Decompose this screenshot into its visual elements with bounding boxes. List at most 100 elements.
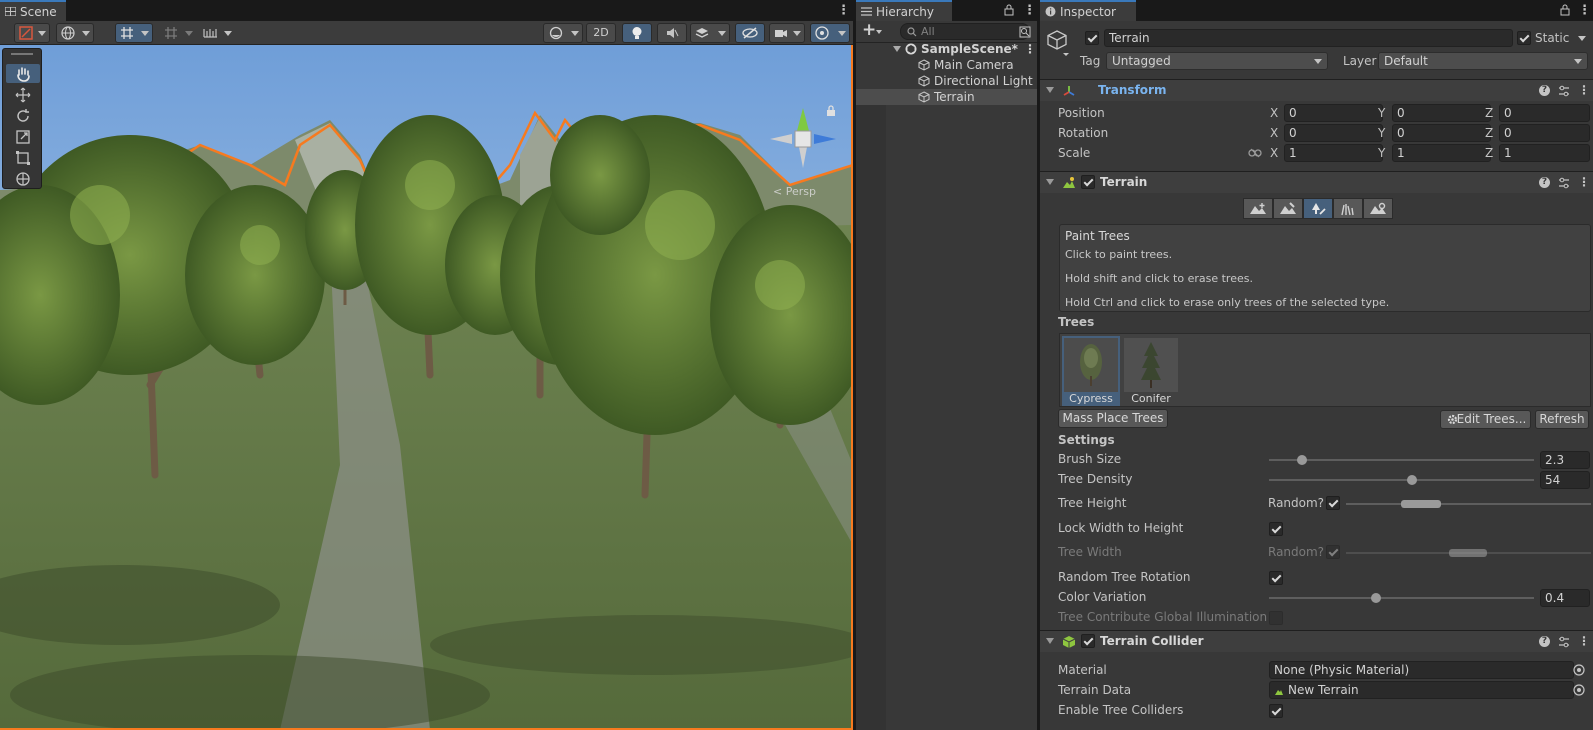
audio-toggle-button[interactable] bbox=[657, 23, 687, 43]
hierarchy-scene-row[interactable]: SampleScene* ⋮ bbox=[856, 41, 1037, 57]
scale-tool-button[interactable] bbox=[6, 127, 40, 146]
hierarchy-item-directional-light[interactable]: Directional Light bbox=[856, 73, 1037, 89]
tree-density-slider-track[interactable] bbox=[1269, 479, 1534, 481]
scene-menu-icon[interactable]: ⋮ bbox=[837, 4, 850, 17]
terrain-collider-header[interactable]: Terrain Collider ? ⋮ bbox=[1040, 630, 1593, 652]
create-button[interactable]: + bbox=[862, 20, 886, 40]
tab-scene[interactable]: Scene bbox=[0, 0, 66, 21]
rect-tool-button[interactable] bbox=[6, 148, 40, 167]
active-checkbox[interactable] bbox=[1085, 31, 1099, 45]
tag-dropdown[interactable]: Untagged bbox=[1106, 52, 1328, 70]
rotation-z-field[interactable]: 0 bbox=[1499, 124, 1590, 142]
tree-prototype-conifer[interactable]: Conifer bbox=[1122, 336, 1180, 406]
scene-visibility-button[interactable] bbox=[735, 23, 765, 43]
brush-size-slider-track[interactable] bbox=[1269, 459, 1534, 461]
paint-details-tool-tab[interactable] bbox=[1333, 198, 1363, 219]
position-x-field[interactable]: 0 bbox=[1284, 104, 1383, 122]
static-dropdown-icon[interactable] bbox=[1578, 36, 1586, 41]
paint-terrain-tool-tab[interactable] bbox=[1273, 198, 1303, 219]
transform-tool-button[interactable] bbox=[6, 169, 40, 188]
tools-drag-handle[interactable] bbox=[11, 53, 33, 55]
terrain-data-object-field[interactable]: New Terrain bbox=[1269, 681, 1574, 699]
ruler-button[interactable] bbox=[200, 23, 236, 43]
preset-icon[interactable] bbox=[1558, 177, 1570, 189]
gizmos-button[interactable] bbox=[810, 23, 850, 43]
object-picker-icon[interactable] bbox=[1573, 664, 1585, 676]
color-variation-field[interactable]: 0.4 bbox=[1540, 589, 1590, 607]
material-object-field[interactable]: None (Physic Material) bbox=[1269, 661, 1574, 679]
move-tool-button[interactable] bbox=[6, 85, 40, 104]
enable-tree-colliders-checkbox[interactable] bbox=[1269, 704, 1283, 718]
effects-button[interactable] bbox=[690, 23, 730, 43]
object-name-field[interactable]: Terrain bbox=[1104, 29, 1513, 47]
2d-toggle-button[interactable]: 2D bbox=[586, 23, 616, 43]
inspector-lock-icon[interactable] bbox=[1560, 4, 1570, 16]
static-checkbox[interactable] bbox=[1517, 31, 1531, 45]
tab-inspector[interactable]: Inspector bbox=[1040, 0, 1136, 21]
position-z-field[interactable]: 0 bbox=[1499, 104, 1590, 122]
scene-foldout-icon[interactable] bbox=[893, 46, 901, 52]
draw-mode-button[interactable] bbox=[14, 23, 50, 43]
random-rotation-checkbox[interactable] bbox=[1269, 571, 1283, 585]
collider-foldout-icon[interactable] bbox=[1046, 638, 1054, 644]
hierarchy-lock-icon[interactable] bbox=[1004, 4, 1014, 16]
lock-width-checkbox[interactable] bbox=[1269, 522, 1283, 536]
grid-snap-button[interactable] bbox=[115, 23, 153, 43]
brush-size-field[interactable]: 2.3 bbox=[1540, 451, 1590, 469]
transform-foldout-icon[interactable] bbox=[1046, 87, 1054, 93]
hierarchy-item-main-camera[interactable]: Main Camera bbox=[856, 57, 1037, 73]
preset-icon[interactable] bbox=[1558, 636, 1570, 648]
hierarchy-item-terrain[interactable]: Terrain bbox=[856, 89, 1037, 105]
refresh-button[interactable]: Refresh bbox=[1535, 410, 1589, 429]
hierarchy-search-input[interactable]: All bbox=[900, 23, 1030, 40]
paint-trees-tool-tab[interactable] bbox=[1303, 198, 1333, 219]
help-icon[interactable]: ? bbox=[1539, 636, 1550, 647]
inspector-menu-icon[interactable]: ⋮ bbox=[1578, 4, 1591, 17]
color-variation-slider-track[interactable] bbox=[1269, 597, 1534, 599]
component-menu-icon[interactable]: ⋮ bbox=[1578, 83, 1590, 97]
terrain-enabled-checkbox[interactable] bbox=[1081, 175, 1095, 189]
preset-icon[interactable] bbox=[1558, 85, 1570, 97]
mass-place-trees-button[interactable]: Mass Place Trees bbox=[1058, 409, 1168, 428]
global-local-button[interactable] bbox=[56, 23, 94, 43]
position-y-field[interactable]: 0 bbox=[1392, 104, 1491, 122]
tree-prototype-cypress[interactable]: Cypress bbox=[1062, 336, 1120, 406]
increment-snap-button[interactable] bbox=[159, 23, 197, 43]
shading-mode-button[interactable] bbox=[543, 23, 583, 43]
color-variation-slider-knob[interactable] bbox=[1371, 593, 1381, 603]
gizmo-lock-icon[interactable] bbox=[826, 105, 836, 117]
terrain-foldout-icon[interactable] bbox=[1046, 179, 1054, 185]
tree-height-range-handle[interactable] bbox=[1401, 500, 1441, 508]
terrain-component-header[interactable]: Terrain ? ⋮ bbox=[1040, 171, 1593, 193]
scene-viewport[interactable]: < Persp bbox=[0, 45, 853, 730]
edit-trees-button[interactable]: Edit Trees... bbox=[1440, 410, 1531, 429]
constrain-proportions-icon[interactable] bbox=[1248, 148, 1262, 158]
tree-density-slider-knob[interactable] bbox=[1406, 475, 1417, 485]
scale-z-field[interactable]: 1 bbox=[1499, 144, 1590, 162]
help-icon[interactable]: ? bbox=[1539, 177, 1550, 188]
brush-size-slider-knob[interactable] bbox=[1297, 455, 1308, 465]
tree-density-field[interactable]: 54 bbox=[1540, 471, 1590, 489]
rotation-y-field[interactable]: 0 bbox=[1392, 124, 1491, 142]
search-filter-icon[interactable] bbox=[1019, 26, 1031, 38]
help-icon[interactable]: ? bbox=[1539, 85, 1550, 96]
lighting-toggle-button[interactable] bbox=[622, 23, 652, 43]
layer-dropdown[interactable]: Default bbox=[1378, 52, 1588, 70]
component-menu-icon[interactable]: ⋮ bbox=[1578, 634, 1590, 648]
component-menu-icon[interactable]: ⋮ bbox=[1578, 175, 1590, 189]
create-terrain-tool-tab[interactable] bbox=[1243, 198, 1273, 219]
tree-height-range-track[interactable] bbox=[1346, 503, 1591, 505]
terrain-settings-tool-tab[interactable] bbox=[1363, 198, 1393, 219]
hierarchy-menu-icon[interactable]: ⋮ bbox=[1023, 4, 1036, 17]
tab-hierarchy[interactable]: Hierarchy bbox=[856, 0, 952, 21]
rotate-tool-button[interactable] bbox=[6, 106, 40, 125]
object-picker-icon[interactable] bbox=[1573, 684, 1585, 696]
transform-header[interactable]: Transform ? ⋮ bbox=[1040, 79, 1593, 101]
rotation-x-field[interactable]: 0 bbox=[1284, 124, 1383, 142]
scale-y-field[interactable]: 1 bbox=[1392, 144, 1491, 162]
camera-settings-button[interactable] bbox=[769, 23, 805, 43]
scene-menu-icon[interactable]: ⋮ bbox=[1024, 41, 1036, 57]
scale-x-field[interactable]: 1 bbox=[1284, 144, 1383, 162]
tree-height-random-checkbox[interactable] bbox=[1326, 496, 1340, 510]
hand-tool-button[interactable] bbox=[6, 64, 40, 83]
